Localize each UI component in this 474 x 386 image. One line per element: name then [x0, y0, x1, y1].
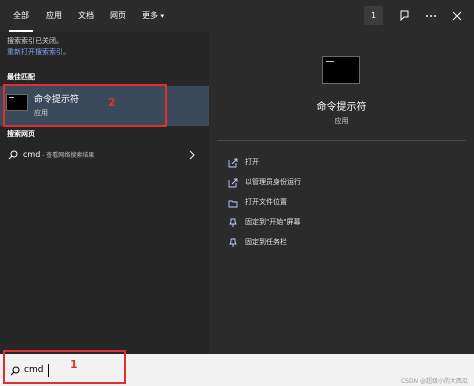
tab-web[interactable]: 网页 — [104, 0, 132, 32]
preview-pane: 命令提示符 应用 打开 以管理员身份运行 打开文件位置 固定到"开始"屏幕 固定… — [209, 32, 474, 354]
chevron-down-icon: ▾ — [160, 12, 165, 20]
annotation-box-1 — [3, 350, 126, 384]
chevron-right-icon — [189, 150, 195, 160]
tab-documents[interactable]: 文档 — [72, 0, 100, 32]
web-search-result[interactable]: cmd - 查看网络搜索结果 — [0, 144, 209, 166]
feedback-icon[interactable] — [395, 6, 414, 25]
search-tabs-bar: 全部 应用 文档 网页 更多 ▾ 1 — [0, 0, 474, 32]
action-open-file-location[interactable]: 打开文件位置 — [228, 196, 428, 210]
index-off-text: 搜索索引已关闭。 — [7, 37, 63, 45]
annotation-number-2: 2 — [108, 96, 116, 109]
reopen-index-link[interactable]: 重新打开搜索索引。 — [7, 47, 207, 58]
rewards-badge[interactable]: 1 — [364, 6, 383, 25]
results-pane: 搜索索引已关闭。 重新打开搜索索引。 最佳匹配 命令提示符 应用 搜索网页 cm… — [0, 32, 209, 354]
command-prompt-large-icon — [322, 56, 360, 84]
more-icon[interactable] — [421, 6, 440, 25]
tab-apps[interactable]: 应用 — [40, 0, 68, 32]
web-result-suffix: - 查看网络搜索结果 — [40, 152, 95, 159]
preview-title: 命令提示符 — [316, 102, 367, 113]
index-hint: 搜索索引已关闭。 重新打开搜索索引。 — [7, 36, 207, 58]
best-match-heading: 最佳匹配 — [7, 73, 35, 81]
action-pin-to-start[interactable]: 固定到"开始"屏幕 — [228, 216, 428, 230]
close-icon[interactable] — [447, 6, 466, 25]
web-result-query: cmd — [23, 150, 41, 159]
pin-icon — [229, 238, 237, 247]
preview-subtitle: 应用 — [334, 117, 349, 125]
action-open[interactable]: 打开 — [228, 156, 428, 170]
action-pin-to-taskbar[interactable]: 固定到任务栏 — [228, 236, 428, 250]
tab-all[interactable]: 全部 — [6, 0, 36, 32]
tab-more-label: 更多 — [141, 11, 158, 20]
pin-icon — [229, 218, 237, 227]
web-result-label: cmd - 查看网络搜索结果 — [23, 150, 94, 159]
annotation-number-1: 1 — [70, 358, 78, 371]
divider — [217, 140, 466, 141]
action-pin-to-start-label: 固定到"开始"屏幕 — [245, 218, 301, 226]
watermark: CSDN @超级小的大西瓜 — [400, 378, 468, 385]
web-search-heading: 搜索网页 — [7, 130, 35, 138]
action-open-file-location-label: 打开文件位置 — [245, 198, 287, 206]
action-run-as-admin-label: 以管理员身份运行 — [245, 178, 301, 186]
search-icon — [8, 150, 18, 160]
annotation-box-2 — [3, 84, 167, 127]
action-pin-to-taskbar-label: 固定到任务栏 — [245, 238, 287, 246]
open-icon — [228, 158, 238, 168]
action-open-label: 打开 — [245, 158, 259, 166]
tab-more[interactable]: 更多 ▾ — [136, 0, 170, 32]
action-run-as-admin[interactable]: 以管理员身份运行 — [228, 176, 428, 190]
folder-icon — [228, 200, 238, 208]
run-as-admin-icon — [228, 178, 238, 188]
